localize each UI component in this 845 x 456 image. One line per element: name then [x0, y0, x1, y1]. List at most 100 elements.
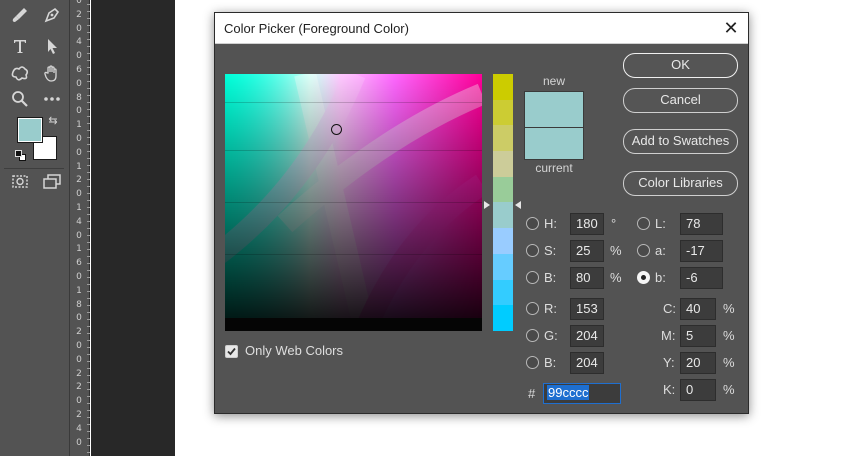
ruler-label: 2 — [76, 175, 82, 186]
hue-strip-segment[interactable] — [493, 99, 513, 126]
saturation-input[interactable]: 25 — [570, 240, 604, 262]
color-libraries-button[interactable]: Color Libraries — [623, 171, 738, 196]
ruler-tick — [87, 396, 90, 397]
ruler-label: 4 — [76, 216, 82, 227]
ruler-label: 6 — [76, 65, 82, 75]
ruler-label: 4 — [76, 37, 82, 48]
ruler-tick — [87, 382, 90, 383]
screen-mode-icon[interactable] — [40, 170, 64, 192]
only-web-colors-label: Only Web Colors — [245, 343, 344, 358]
hue-strip-segment[interactable] — [493, 253, 513, 280]
dialog-titlebar[interactable]: Color Picker (Foreground Color) ✕ — [215, 13, 748, 44]
color-field-gradient[interactable] — [225, 74, 482, 331]
hue-radio[interactable] — [526, 217, 539, 230]
ruler-label: 0 — [76, 341, 82, 351]
ruler-tick — [87, 256, 90, 257]
hue-strip-segment[interactable] — [493, 305, 513, 331]
hue-input[interactable]: 180 — [570, 213, 604, 235]
cyan-unit: % — [723, 301, 735, 316]
path-selection-tool-icon[interactable] — [40, 35, 64, 57]
hue-strip-segment[interactable] — [493, 74, 513, 100]
ruler-tick — [87, 326, 90, 327]
current-color-swatch[interactable] — [524, 127, 584, 160]
saturation-radio[interactable] — [526, 244, 539, 257]
hand-tool-icon[interactable] — [40, 62, 64, 84]
quick-mask-icon[interactable] — [8, 170, 32, 192]
cyan-input[interactable]: 40 — [680, 298, 716, 320]
black-input[interactable]: 0 — [680, 379, 716, 401]
hue-label: H: — [544, 216, 557, 231]
color-field[interactable] — [225, 74, 482, 331]
lightness-input[interactable]: 78 — [680, 213, 723, 235]
ruler-label: 0 — [76, 230, 82, 241]
ruler-label: 0 — [76, 437, 82, 448]
close-icon[interactable]: ✕ — [720, 17, 742, 39]
ruler-tick — [87, 123, 90, 124]
lightness-radio[interactable] — [637, 217, 650, 230]
ruler-label: 2 — [76, 9, 82, 20]
dialog-title: Color Picker (Foreground Color) — [224, 21, 409, 36]
ok-button[interactable]: OK — [623, 53, 738, 78]
more-tools-icon[interactable] — [40, 88, 64, 110]
ruler-tick — [87, 214, 90, 215]
brightness-input[interactable]: 80 — [570, 267, 604, 289]
ruler-label: 1 — [76, 203, 82, 213]
hue-strip-segment[interactable] — [493, 228, 513, 254]
red-radio[interactable] — [526, 302, 539, 315]
color-field-cursor[interactable] — [331, 124, 342, 135]
cancel-button[interactable]: Cancel — [623, 88, 738, 113]
ruler-tick — [87, 109, 90, 110]
hue-strip-segment[interactable] — [493, 176, 513, 203]
hue-strip-segment[interactable] — [493, 202, 513, 229]
ruler-label: 0 — [76, 272, 82, 282]
foreground-color-swatch[interactable] — [17, 117, 43, 143]
hue-slider[interactable] — [493, 74, 513, 331]
hue-strip-segment[interactable] — [493, 125, 513, 152]
hue-slider-left-arrow[interactable] — [484, 201, 490, 209]
ruler-tick — [87, 200, 90, 201]
new-color-swatch — [524, 91, 584, 128]
custom-shape-tool-icon[interactable] — [8, 62, 32, 84]
ruler-label: 6 — [76, 258, 82, 269]
ruler-label: 0 — [76, 134, 82, 144]
zoom-tool-icon[interactable] — [8, 88, 32, 110]
ruler-label: 0 — [76, 396, 82, 407]
default-colors-icon[interactable] — [15, 150, 27, 162]
pen-tool-icon[interactable] — [40, 4, 64, 26]
ruler-tick — [87, 417, 90, 418]
brush-tool-icon[interactable] — [8, 4, 32, 26]
add-to-swatches-button[interactable]: Add to Swatches — [623, 129, 738, 154]
b-channel-radio[interactable] — [637, 271, 650, 284]
swap-colors-icon[interactable]: ⇆ — [45, 113, 61, 129]
magenta-input[interactable]: 5 — [680, 325, 716, 347]
hue-slider-right-arrow[interactable] — [515, 201, 521, 209]
ruler-tick — [87, 39, 90, 40]
b-channel-input[interactable]: -6 — [680, 267, 723, 289]
green-input[interactable]: 204 — [570, 325, 604, 347]
a-channel-radio[interactable] — [637, 244, 650, 257]
ruler-label: 8 — [76, 92, 82, 103]
ruler-tick — [87, 116, 90, 117]
ruler-tick — [87, 298, 90, 299]
green-radio[interactable] — [526, 329, 539, 342]
hex-input[interactable]: 99cccc — [543, 383, 621, 404]
ruler-label: 0 — [76, 106, 82, 117]
ruler-label: 2 — [76, 368, 82, 379]
hue-unit: ° — [611, 216, 617, 231]
ruler-tick — [87, 249, 90, 250]
ruler-tick — [87, 102, 90, 103]
yellow-input[interactable]: 20 — [680, 352, 716, 374]
new-color-label: new — [542, 74, 565, 88]
ruler-label: 2 — [76, 382, 82, 393]
ruler-label: 1 — [76, 285, 82, 296]
only-web-colors-checkbox[interactable] — [225, 345, 238, 358]
hue-strip-segment[interactable] — [493, 279, 513, 306]
red-input[interactable]: 153 — [570, 298, 604, 320]
brightness-radio[interactable] — [526, 271, 539, 284]
hue-strip-segment[interactable] — [493, 151, 513, 177]
blue-input[interactable]: 204 — [570, 352, 604, 374]
a-channel-input[interactable]: -17 — [680, 240, 723, 262]
ruler-tick — [87, 67, 90, 68]
blue-radio[interactable] — [526, 356, 539, 369]
type-tool-icon[interactable] — [8, 35, 32, 57]
